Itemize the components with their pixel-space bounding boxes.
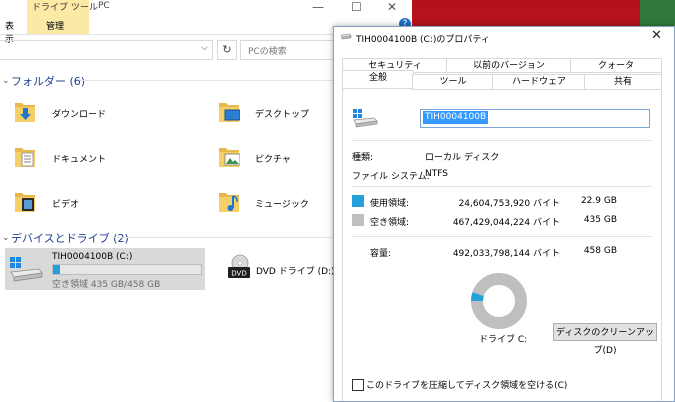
folder-pictures[interactable] [218, 143, 241, 172]
drive-tools-label: ドライブ ツール [32, 3, 98, 13]
dvd-drive-label[interactable]: DVD ドライブ (D:) [256, 264, 335, 277]
folder-desktop[interactable] [218, 98, 241, 127]
tab-sharing[interactable]: 共有 [584, 74, 662, 90]
donut-free-ring [471, 273, 527, 329]
tab-tools[interactable]: ツール [412, 74, 494, 90]
maximize-icon[interactable]: ☐ [351, 0, 362, 14]
folder-label: ミュージック [255, 200, 309, 210]
capacity-label: 容量: [370, 249, 392, 259]
search-placeholder: PCの検索 [248, 47, 287, 57]
drive-letter-label: ドライブ C: [479, 335, 528, 345]
music-folder-icon [219, 193, 239, 212]
type-label: 種類: [352, 153, 374, 163]
drive-c-usage-bar [52, 264, 202, 275]
free-space-bytes: 467,429,044,224 バイト [452, 218, 560, 228]
used-space-bytes: 24,604,753,920 バイト [458, 199, 560, 209]
disk-cleanup-button[interactable]: ディスクのクリーンアップ(D) [553, 323, 657, 356]
drive-c-name: TIH0004100B (C:) [52, 252, 133, 262]
compress-drive-checkbox[interactable] [352, 379, 364, 391]
separator [352, 186, 652, 187]
free-space-gb: 435 GB [583, 215, 617, 225]
downloads-folder-icon [15, 103, 35, 122]
folder-label: デスクトップ [255, 110, 310, 120]
capacity-gb: 458 GB [583, 246, 617, 256]
chevron-down-icon[interactable]: ⌵ [201, 43, 208, 53]
used-space-swatch [352, 195, 364, 207]
folder-downloads[interactable] [14, 98, 36, 127]
folder-label: ダウンロード [52, 110, 107, 120]
folder-label: ピクチャ [255, 155, 291, 165]
minimize-icon[interactable]: — [312, 0, 324, 14]
close-icon[interactable]: ✕ [387, 0, 397, 14]
folder-documents[interactable] [14, 143, 36, 172]
capacity-bytes: 492,033,798,144 バイト [452, 249, 560, 259]
hard-drive-icon [353, 109, 378, 128]
dvd-icon-text: DVD [231, 270, 246, 278]
pictures-folder-icon [219, 148, 241, 167]
window-title: PC [98, 1, 110, 11]
free-space-swatch [352, 214, 364, 226]
compress-drive-label[interactable]: このドライブを圧縮してディスク領域を空ける(C) [366, 378, 567, 391]
drive-c-free-space: 空き領域 435 GB/458 GB [52, 280, 161, 290]
devices-group-header[interactable]: デバイスとドライブ (2) [11, 230, 129, 246]
used-space-gb: 22.9 GB [580, 196, 617, 206]
folder-label: ドキュメント [52, 155, 107, 165]
disk-usage-donut [471, 273, 527, 329]
videos-folder-icon [15, 193, 35, 212]
collapse-chevron-icon[interactable]: ⌄ [2, 233, 10, 243]
desktop-folder-icon [219, 103, 241, 122]
folder-videos[interactable] [14, 188, 36, 217]
volume-name-selected-text[interactable]: TIH0004100B [423, 111, 489, 124]
type-value: ローカル ディスク [425, 153, 500, 163]
folders-group-header[interactable]: フォルダー (6) [11, 73, 85, 89]
drive-c-usage-fill [53, 265, 61, 274]
folder-label: ビデオ [52, 200, 80, 210]
separator [352, 140, 652, 141]
refresh-button[interactable]: ↻ [217, 40, 237, 60]
hard-drive-icon [10, 257, 43, 282]
collapse-chevron-icon[interactable]: ⌄ [2, 76, 10, 86]
filesystem-label: ファイル システム: [352, 172, 430, 182]
dvd-drive-icon[interactable]: DVD [226, 254, 252, 280]
close-icon[interactable]: ✕ [651, 28, 662, 43]
filesystem-value: NTFS [425, 169, 448, 179]
drive-title-icon [340, 33, 352, 40]
folder-music[interactable] [218, 188, 240, 217]
documents-folder-icon [15, 148, 35, 167]
tab-hardware[interactable]: ハードウェア [492, 74, 586, 90]
address-bar[interactable] [0, 40, 213, 60]
dialog-title: TIH0004100B (C:)のプロパティ [356, 35, 490, 45]
tab-general[interactable]: 全般 [342, 70, 414, 89]
tab-manage[interactable]: 管理 [46, 19, 64, 32]
separator [352, 236, 652, 237]
